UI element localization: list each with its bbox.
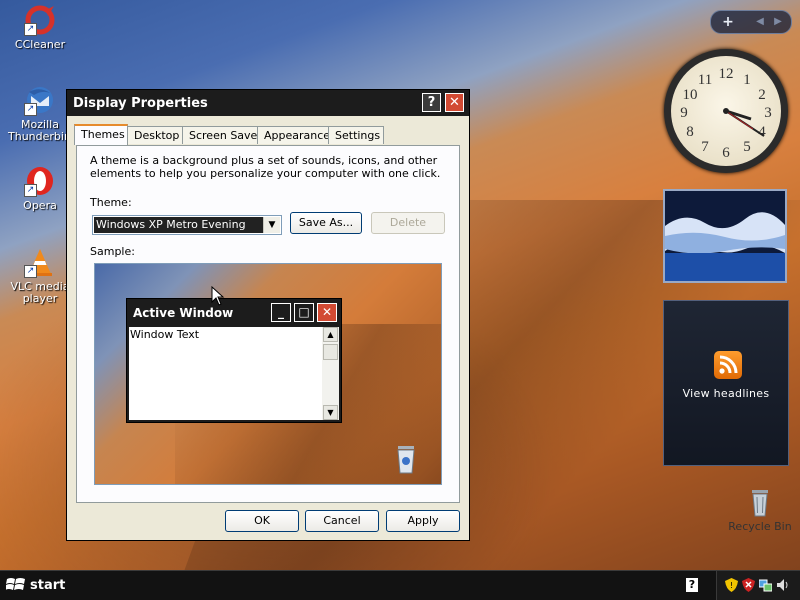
scroll-up-icon: ▲ — [323, 327, 338, 342]
recycle-bin-icon — [744, 486, 776, 518]
maximize-icon: □ — [294, 303, 314, 322]
feed-headlines-gadget[interactable]: View headlines — [663, 300, 789, 466]
security-shield-icon[interactable]: ! — [725, 578, 738, 592]
slideshow-image — [665, 191, 785, 281]
scroll-thumb — [323, 344, 338, 360]
close-icon: ✕ — [317, 303, 337, 322]
prev-gadget-button[interactable]: ◀ — [753, 13, 767, 31]
svg-text:6: 6 — [722, 145, 730, 161]
svg-text:5: 5 — [743, 139, 751, 155]
vlc-icon: ↗ — [24, 246, 56, 278]
svg-text:12: 12 — [719, 66, 734, 82]
cancel-button[interactable]: Cancel — [305, 510, 379, 532]
windows-logo-icon — [6, 578, 25, 590]
opera-icon: ↗ — [24, 165, 56, 197]
tab-screen-saver[interactable]: Screen Saver — [182, 126, 262, 144]
display-properties-dialog: Display Properties ? ✕ Themes Desktop Sc… — [66, 89, 470, 541]
mouse-cursor-icon — [211, 285, 225, 306]
desktop-icon-thunderbird[interactable]: ↗ Mozilla Thunderbird — [8, 84, 76, 143]
close-button[interactable]: ✕ — [445, 93, 464, 112]
tab-desktop[interactable]: Desktop — [127, 126, 183, 144]
desktop-icon-recycle-bin[interactable]: Recycle Bin — [728, 486, 792, 533]
tab-themes[interactable]: Themes — [74, 124, 128, 145]
svg-text:2: 2 — [758, 87, 766, 103]
desktop-icon-label: Opera — [23, 199, 57, 212]
sample-window-title: Active Window — [133, 306, 234, 320]
desktop-icon-vlc[interactable]: ↗ VLC media player — [8, 246, 72, 305]
svg-text:3: 3 — [764, 105, 772, 121]
sample-label: Sample: — [90, 245, 135, 258]
chevron-down-icon[interactable]: ▼ — [263, 217, 280, 233]
clock-gadget[interactable]: 12 1 2 345 678 9 10 11 — [664, 49, 788, 173]
ok-button[interactable]: OK — [225, 510, 299, 532]
minimize-icon: _ — [271, 303, 291, 322]
taskbar: start ? ! — [0, 570, 800, 600]
start-button[interactable]: start — [0, 571, 68, 600]
ccleaner-icon: ↗ — [24, 4, 56, 36]
sample-active-window: Active Window _ □ ✕ Window Text ▲ ▼ — [126, 298, 342, 423]
apply-button[interactable]: Apply — [386, 510, 460, 532]
dialog-title-bar[interactable]: Display Properties ? ✕ — [67, 90, 469, 116]
themes-description: A theme is a background plus a set of so… — [90, 154, 441, 180]
sidebar-controls: + ◀ ▶ — [710, 10, 792, 34]
desktop-icon-label: CCleaner — [14, 38, 66, 51]
help-tray-icon[interactable]: ? — [686, 578, 698, 592]
delete-button[interactable]: Delete — [371, 212, 445, 234]
scroll-down-icon: ▼ — [323, 405, 338, 420]
desktop-icon-label: Mozilla Thunderbird — [8, 118, 76, 143]
start-label: start — [30, 578, 66, 593]
theme-select[interactable]: Windows XP Metro Evening ▼ — [92, 215, 282, 235]
system-tray: ! — [716, 571, 800, 600]
theme-select-value: Windows XP Metro Evening — [94, 217, 264, 233]
add-gadget-button[interactable]: + — [717, 13, 739, 31]
rss-icon — [714, 351, 742, 379]
alert-shield-icon[interactable] — [742, 578, 755, 592]
save-as-button[interactable]: Save As... — [290, 212, 362, 234]
desktop-icon-ccleaner[interactable]: ↗ CCleaner — [8, 4, 72, 51]
svg-text:1: 1 — [743, 72, 751, 88]
sample-window-text: Window Text — [130, 328, 200, 341]
volume-icon[interactable] — [776, 578, 789, 592]
svg-text:!: ! — [730, 581, 733, 590]
desktop-icon-label: VLC media player — [10, 280, 70, 305]
desktop-icon-opera[interactable]: ↗ Opera — [8, 165, 72, 212]
tab-settings[interactable]: Settings — [328, 126, 384, 144]
desktop-icon-label: Recycle Bin — [728, 520, 792, 533]
thunderbird-icon: ↗ — [24, 84, 56, 116]
dialog-title: Display Properties — [73, 96, 208, 111]
svg-text:9: 9 — [680, 105, 688, 121]
network-icon[interactable] — [758, 578, 773, 592]
theme-label: Theme: — [90, 196, 132, 209]
svg-text:8: 8 — [686, 124, 694, 140]
svg-text:7: 7 — [701, 139, 709, 155]
sample-window-body: Window Text ▲ ▼ — [129, 327, 339, 420]
clock-hour-hand — [725, 109, 752, 121]
clock-dial: 12 12 345 678 91011 — [680, 66, 772, 161]
theme-sample-preview: Active Window _ □ ✕ Window Text ▲ ▼ — [94, 263, 442, 485]
sample-recycle-bin-icon — [395, 444, 417, 474]
sample-scrollbar: ▲ ▼ — [322, 327, 339, 420]
svg-text:11: 11 — [698, 72, 712, 88]
clock-second-hand — [725, 110, 754, 130]
help-button[interactable]: ? — [422, 93, 441, 112]
view-headlines-link[interactable]: View headlines — [664, 387, 788, 400]
tab-appearance[interactable]: Appearance — [257, 126, 330, 144]
slideshow-gadget[interactable] — [663, 189, 787, 283]
svg-text:10: 10 — [683, 87, 698, 103]
next-gadget-button[interactable]: ▶ — [771, 13, 785, 31]
